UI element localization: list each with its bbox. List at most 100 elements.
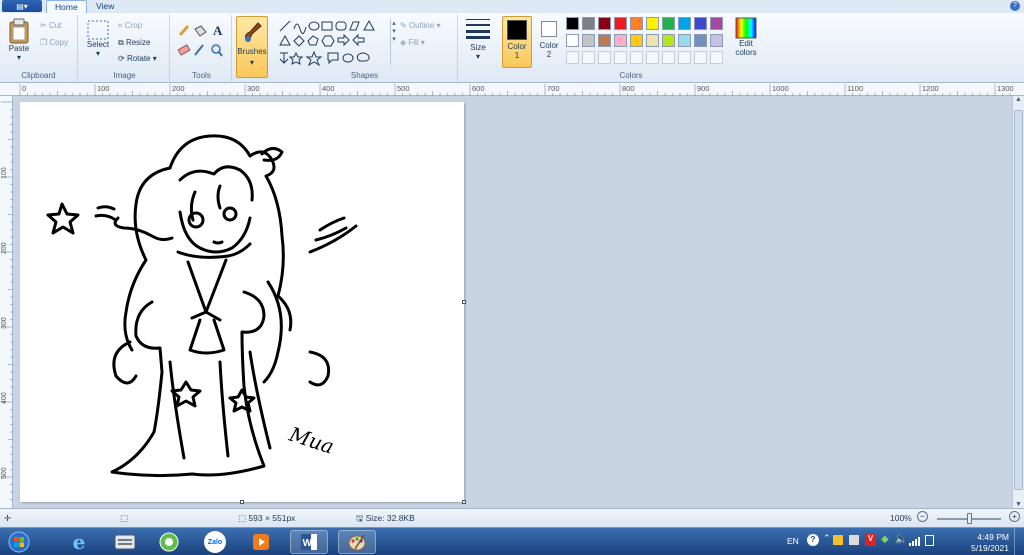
- custom-color-slot[interactable]: [566, 51, 579, 64]
- color-swatch[interactable]: [678, 34, 691, 47]
- color1-button[interactable]: Color 1: [502, 16, 532, 68]
- battery-icon[interactable]: [925, 535, 934, 546]
- magnifier-icon[interactable]: [211, 44, 223, 57]
- custom-color-slot[interactable]: [678, 51, 691, 64]
- color2-button[interactable]: Color 2: [536, 16, 562, 68]
- signal-icon[interactable]: [909, 536, 921, 548]
- color-swatch[interactable]: [614, 17, 627, 30]
- eraser-icon[interactable]: [177, 44, 191, 56]
- zalo-taskbar-button[interactable]: Zalo: [196, 530, 234, 554]
- color-swatch[interactable]: [710, 34, 723, 47]
- image-group-label: Image: [113, 71, 136, 80]
- color-swatch[interactable]: [630, 34, 643, 47]
- color-swatch[interactable]: [694, 17, 707, 30]
- resize-handle-corner[interactable]: [462, 500, 466, 504]
- zoom-out-icon[interactable]: −: [917, 511, 928, 522]
- custom-color-slot[interactable]: [646, 51, 659, 64]
- custom-color-slot[interactable]: [710, 51, 723, 64]
- color-swatch[interactable]: [566, 34, 579, 47]
- shapes-scroll[interactable]: ▴ ▾ ▾: [390, 19, 397, 65]
- sync-tray-icon[interactable]: ◆: [881, 534, 889, 545]
- edit-colors-button[interactable]: Edit colors: [732, 17, 760, 57]
- svg-text:W: W: [303, 538, 313, 549]
- custom-color-slot[interactable]: [630, 51, 643, 64]
- four-point-star-icon: [288, 51, 304, 65]
- custom-color-slot[interactable]: [582, 51, 595, 64]
- color-swatch[interactable]: [694, 34, 707, 47]
- help-icon[interactable]: ?: [1010, 1, 1020, 11]
- rotate-button[interactable]: ⟳ Rotate ▾: [118, 54, 157, 63]
- chevron-down-icon: ▾: [16, 53, 21, 62]
- hexagon-shape-icon: [321, 35, 335, 47]
- scroll-up-icon[interactable]: ▲: [1013, 96, 1024, 103]
- vertical-scrollbar[interactable]: ▲ ▼: [1012, 96, 1024, 508]
- system-tray: EN ? ⌃ V ◆ 🔈 4:49 PM 5/19/2021: [779, 528, 1024, 555]
- file-size: 🖫 Size: 32.8KB: [356, 513, 415, 527]
- unikey-tray-icon[interactable]: [833, 535, 843, 545]
- shapes-gallery[interactable]: [278, 19, 390, 67]
- resize-handle-right[interactable]: [462, 300, 466, 304]
- color-swatch[interactable]: [662, 17, 675, 30]
- scroll-down-icon[interactable]: ▼: [1013, 501, 1024, 508]
- color-swatch[interactable]: [710, 17, 723, 30]
- fill-bucket-icon[interactable]: [194, 25, 207, 37]
- color-swatch[interactable]: [598, 34, 611, 47]
- select-button[interactable]: Select ▾: [84, 20, 112, 58]
- language-indicator[interactable]: EN: [787, 536, 799, 546]
- size-button[interactable]: Size ▾: [462, 17, 494, 61]
- resize-handle-bottom[interactable]: [240, 500, 244, 504]
- word-taskbar-button[interactable]: W: [290, 530, 328, 554]
- keyboard-app-icon: [114, 534, 136, 550]
- cut-button[interactable]: ✂ Cut: [40, 21, 61, 30]
- color-swatch[interactable]: [582, 17, 595, 30]
- color-swatch[interactable]: [582, 34, 595, 47]
- custom-color-slot[interactable]: [598, 51, 611, 64]
- custom-color-slot[interactable]: [694, 51, 707, 64]
- custom-color-slot[interactable]: [662, 51, 675, 64]
- start-button[interactable]: [2, 530, 36, 554]
- show-desktop-button[interactable]: [1014, 528, 1024, 555]
- crop-button[interactable]: ⌗ Crop: [118, 21, 142, 31]
- outline-button[interactable]: ✎ Outline ▾: [400, 21, 441, 30]
- clock-date[interactable]: 5/19/2021: [971, 543, 1009, 553]
- clock-time[interactable]: 4:49 PM: [977, 532, 1009, 542]
- help-tray-icon[interactable]: ?: [807, 534, 819, 546]
- selection-size-icon: ⬚: [120, 513, 129, 523]
- ruler-label: 200: [172, 84, 185, 93]
- brushes-button[interactable]: Brushes ▾: [236, 16, 268, 78]
- color-swatch[interactable]: [630, 17, 643, 30]
- show-hidden-icons[interactable]: ⌃: [823, 533, 831, 544]
- custom-color-slot[interactable]: [614, 51, 627, 64]
- file-menu-button[interactable]: ▤▾: [2, 0, 42, 12]
- internet-explorer-taskbar-button[interactable]: e: [60, 530, 98, 554]
- resize-button[interactable]: ⧉ Resize: [118, 38, 150, 48]
- copy-button[interactable]: ❐ Copy: [40, 38, 68, 47]
- coccoc-taskbar-button[interactable]: [150, 530, 188, 554]
- color-swatch[interactable]: [566, 17, 579, 30]
- color-swatch[interactable]: [646, 34, 659, 47]
- color-swatch[interactable]: [598, 17, 611, 30]
- rotate-label: Rotate: [126, 54, 151, 63]
- color-swatch[interactable]: [678, 17, 691, 30]
- color-picker-icon[interactable]: [194, 44, 204, 56]
- paint-taskbar-button[interactable]: [338, 530, 376, 554]
- color-swatch[interactable]: [646, 17, 659, 30]
- fill-button[interactable]: ◈ Fill ▾: [400, 38, 425, 47]
- explorer-taskbar-button[interactable]: [106, 530, 144, 554]
- network-flag-icon[interactable]: [849, 535, 859, 545]
- pencil-icon[interactable]: [178, 25, 190, 36]
- tab-home[interactable]: Home: [46, 0, 87, 13]
- zoom-in-icon[interactable]: +: [1009, 511, 1020, 522]
- paste-button[interactable]: Paste ▾: [4, 18, 34, 62]
- zoom-slider-thumb[interactable]: [967, 513, 972, 524]
- tab-view[interactable]: View: [88, 0, 122, 13]
- color-swatch[interactable]: [662, 34, 675, 47]
- antivirus-icon[interactable]: V: [865, 534, 876, 546]
- color-swatch[interactable]: [614, 34, 627, 47]
- drawing-canvas[interactable]: Mua: [20, 102, 466, 504]
- text-icon[interactable]: A: [213, 23, 223, 38]
- media-player-taskbar-button[interactable]: [242, 530, 280, 554]
- ruler-label-v: 300: [1, 317, 8, 329]
- scroll-thumb[interactable]: [1014, 110, 1023, 490]
- volume-icon[interactable]: 🔈: [895, 534, 907, 545]
